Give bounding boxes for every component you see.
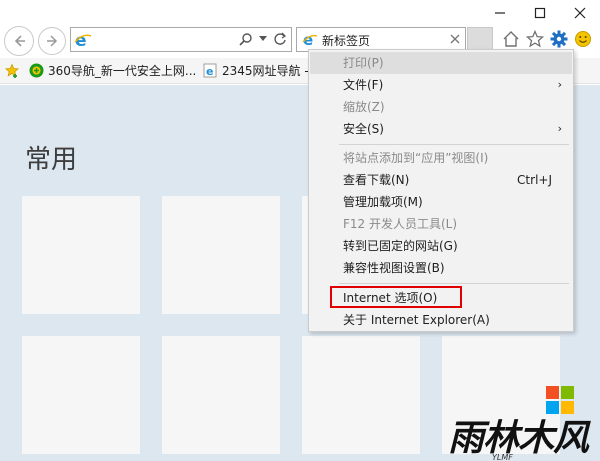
- forward-arrow-icon: [47, 35, 58, 47]
- ie-logo-icon: e: [74, 31, 92, 52]
- favorite-link-2345[interactable]: e 2345网址导航 -: [203, 62, 309, 79]
- gear-icon[interactable]: [550, 30, 568, 48]
- close-icon: [574, 7, 586, 19]
- forward-button[interactable]: [38, 27, 66, 55]
- favorite-label: 2345网址导航 -: [222, 64, 309, 78]
- minimize-button[interactable]: [480, 0, 520, 26]
- watermark: 雨林木风 YLMF: [444, 384, 600, 461]
- menu-item-about-ie[interactable]: 关于 Internet Explorer(A): [310, 309, 572, 331]
- dropdown-arrow-icon[interactable]: [259, 36, 267, 42]
- menu-item-print[interactable]: 打印(P): [310, 52, 572, 74]
- site-tile[interactable]: [302, 336, 420, 454]
- maximize-icon: [534, 7, 546, 19]
- favorite-link-360[interactable]: 360导航_新一代安全上网...: [29, 62, 196, 79]
- smiley-feedback-icon[interactable]: [574, 30, 592, 48]
- site-tile[interactable]: [22, 196, 140, 314]
- search-icon[interactable]: [239, 32, 253, 46]
- submenu-arrow-icon: ›: [557, 122, 562, 135]
- menu-item-file[interactable]: 文件(F) ›: [310, 74, 572, 96]
- menu-item-pinned-sites[interactable]: 转到已固定的网站(G): [310, 235, 572, 257]
- site-tile[interactable]: [22, 336, 140, 454]
- frequent-sites-heading: 常用: [25, 145, 78, 175]
- shortcut-label: Ctrl+J: [517, 173, 552, 187]
- minimize-icon: [495, 12, 505, 14]
- close-window-button[interactable]: [560, 0, 600, 26]
- favorite-label: 360导航_新一代安全上网...: [48, 64, 197, 78]
- ie-page-icon: e: [203, 63, 217, 78]
- maximize-button[interactable]: [520, 0, 560, 26]
- menu-item-view-downloads[interactable]: 查看下载(N) Ctrl+J: [310, 169, 572, 191]
- site-tile[interactable]: [162, 336, 280, 454]
- close-tab-icon[interactable]: [450, 33, 460, 47]
- window-controls: [480, 0, 600, 26]
- menu-item-manage-addons[interactable]: 管理加载项(M): [310, 191, 572, 213]
- site-tile[interactable]: [162, 196, 280, 314]
- favorites-star-icon[interactable]: [526, 30, 544, 48]
- svg-text:YLMF: YLMF: [492, 453, 513, 461]
- svg-text:e: e: [206, 65, 213, 78]
- menu-item-f12-devtools[interactable]: F12 开发人员工具(L): [310, 213, 572, 235]
- back-arrow-icon: [14, 35, 25, 47]
- menu-item-zoom[interactable]: 缩放(Z): [310, 96, 572, 118]
- menu-item-compat-view-settings[interactable]: 兼容性视图设置(B): [310, 257, 572, 279]
- highlight-annotation-box: [330, 286, 462, 308]
- tab-title: 新标签页: [322, 34, 371, 48]
- menu-separator: [339, 144, 569, 145]
- watermark-logo: 雨林木风 YLMF: [448, 386, 592, 461]
- menu-item-safety[interactable]: 安全(S) ›: [310, 118, 572, 140]
- svg-text:雨林木风: 雨林木风: [448, 418, 591, 459]
- back-button[interactable]: [4, 26, 34, 56]
- address-bar[interactable]: e: [70, 27, 292, 52]
- refresh-icon[interactable]: [273, 32, 287, 46]
- submenu-arrow-icon: ›: [557, 78, 562, 91]
- favorites-add-icon[interactable]: [5, 63, 21, 79]
- menu-separator: [339, 283, 569, 284]
- menu-item-add-site-to-apps[interactable]: 将站点添加到“应用”视图(I): [310, 147, 572, 169]
- home-icon[interactable]: [502, 30, 520, 48]
- site-favicon-icon: [29, 63, 44, 78]
